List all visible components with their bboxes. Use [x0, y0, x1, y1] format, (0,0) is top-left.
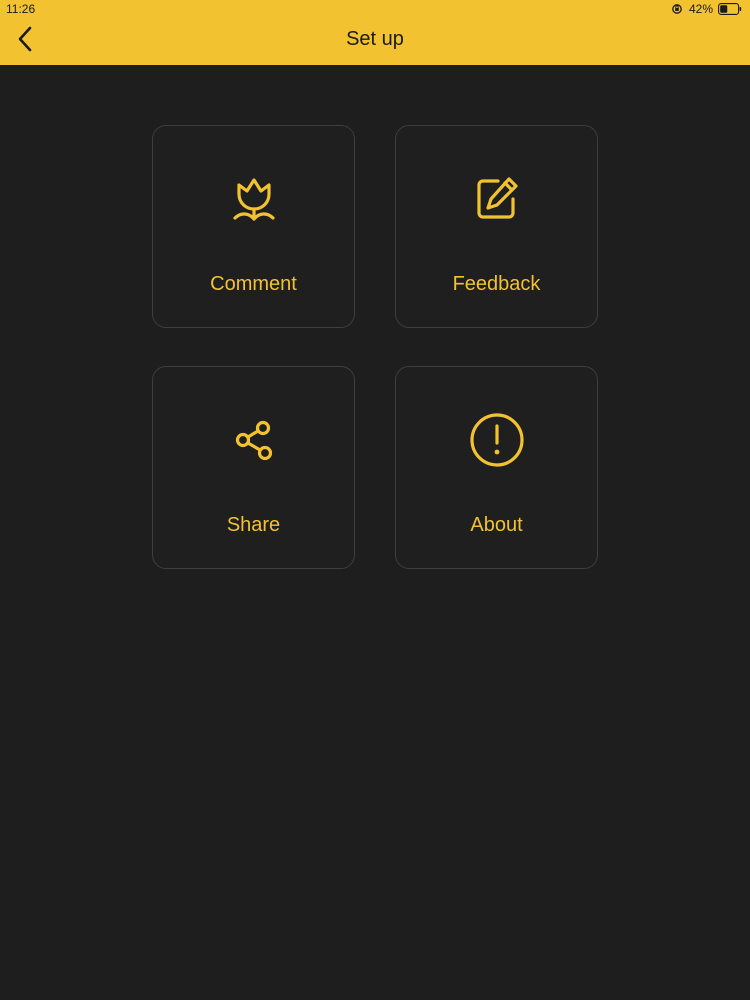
navigation-bar: Set up: [0, 16, 750, 65]
status-time: 11:26: [6, 2, 36, 16]
orientation-lock-icon: [670, 3, 684, 15]
edit-square-icon: [468, 170, 526, 228]
page-title: Set up: [346, 28, 404, 50]
battery-icon: [718, 3, 742, 15]
top-bar: 11:26 42% Set up: [0, 0, 750, 65]
share-label: Share: [226, 514, 281, 536]
info-circle-icon: [468, 411, 526, 469]
comment-tile[interactable]: Comment: [152, 125, 355, 328]
feedback-tile[interactable]: Feedback: [395, 125, 598, 328]
comment-label: Comment: [210, 273, 297, 295]
about-label: About: [470, 514, 523, 536]
share-tile[interactable]: Share: [152, 366, 355, 569]
about-tile[interactable]: About: [395, 366, 598, 569]
settings-screen: 11:26 42% Set up Comment Feedback Share …: [0, 0, 750, 1000]
feedback-label: Feedback: [452, 273, 541, 295]
battery-percent: 42%: [688, 2, 713, 16]
settings-grid: Comment Feedback Share About: [152, 125, 598, 569]
status-indicators: 42%: [670, 2, 742, 16]
share-icon: [225, 411, 283, 469]
tulip-icon: [225, 170, 283, 228]
